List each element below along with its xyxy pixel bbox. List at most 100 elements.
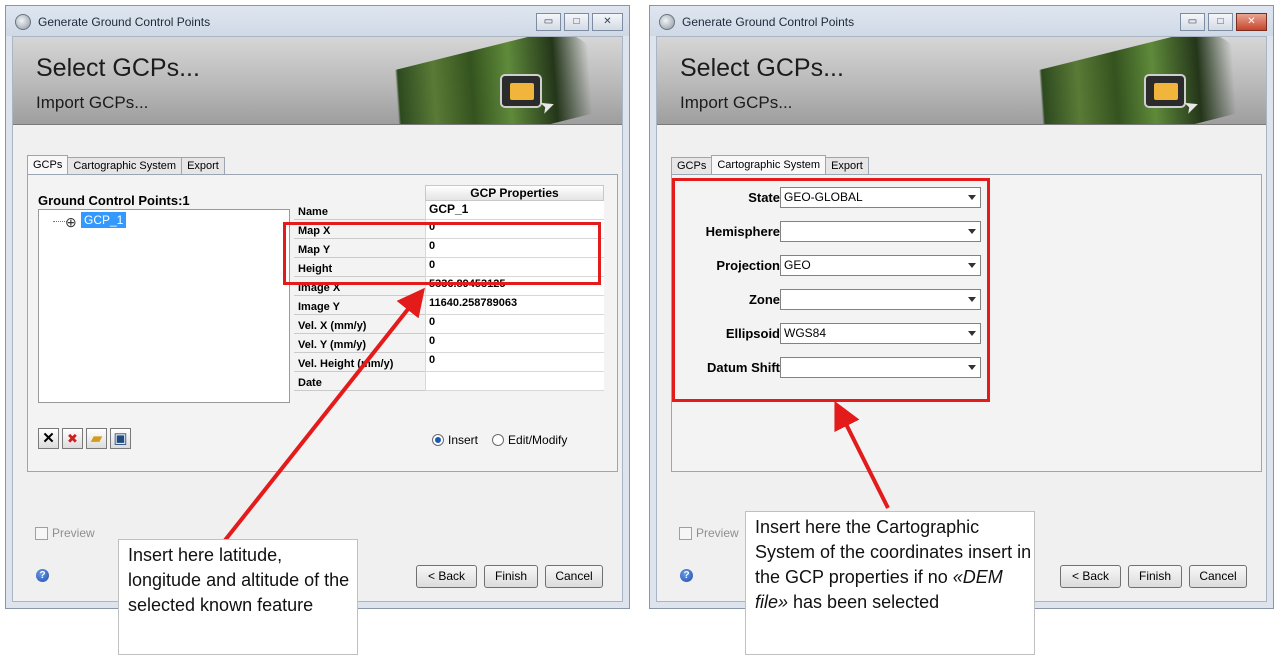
wizard-buttons: < Back Finish Cancel bbox=[416, 565, 603, 588]
gcp-tree-title: Ground Control Points:1 bbox=[38, 193, 190, 208]
prop-value[interactable]: 0 bbox=[425, 220, 604, 239]
back-button[interactable]: < Back bbox=[1060, 565, 1121, 588]
radio-insert[interactable]: Insert bbox=[432, 433, 478, 447]
prop-value[interactable]: 0 bbox=[425, 315, 604, 334]
projection-select[interactable]: GEO bbox=[780, 255, 981, 276]
prop-name: Image X bbox=[294, 277, 425, 296]
dropdown-arrow-icon bbox=[968, 331, 976, 336]
prop-value[interactable]: GCP_1 bbox=[425, 201, 604, 220]
tree-item-gcp[interactable]: GCP_1 bbox=[81, 212, 127, 228]
wizard-buttons: < Back Finish Cancel bbox=[1060, 565, 1247, 588]
prop-row: Image X 5336.89453125 bbox=[294, 277, 604, 296]
cartographic-panel: State GEO-GLOBAL Hemisphere Projection G… bbox=[671, 174, 1262, 472]
checkbox-icon bbox=[35, 526, 48, 540]
cancel-button[interactable]: Cancel bbox=[1189, 565, 1247, 588]
dropdown-arrow-icon bbox=[968, 297, 976, 302]
prop-name: Image Y bbox=[294, 296, 425, 315]
datum-shift-label: Datum Shift bbox=[707, 360, 780, 375]
gcp-tree[interactable]: ⊕ GCP_1 bbox=[38, 209, 290, 403]
preview-checkbox[interactable]: Preview bbox=[679, 526, 739, 540]
app-icon bbox=[15, 14, 31, 30]
maximize-icon[interactable]: □ bbox=[1208, 13, 1233, 31]
prop-name: Vel. Height (mm/y) bbox=[294, 353, 425, 372]
ellipsoid-field: Ellipsoid WGS84 bbox=[672, 323, 982, 345]
preview-label: Preview bbox=[696, 526, 739, 540]
window-title: Generate Ground Control Points bbox=[38, 15, 211, 29]
radio-selected-icon bbox=[432, 434, 444, 446]
zone-select[interactable] bbox=[780, 289, 981, 310]
prop-value[interactable]: 0 bbox=[425, 334, 604, 353]
prop-row: Map Y0 bbox=[294, 239, 604, 258]
prop-row: Vel. Y (mm/y) 0 bbox=[294, 334, 604, 353]
banner-subtitle: Import GCPs... bbox=[680, 93, 793, 112]
cancel-button[interactable]: Cancel bbox=[545, 565, 603, 588]
save-icon[interactable]: ▣ bbox=[110, 428, 131, 449]
gcp-toolbar: ✕ ✖ ▰ ▣ bbox=[38, 428, 131, 449]
help-icon[interactable]: ? bbox=[36, 569, 49, 582]
back-button[interactable]: < Back bbox=[416, 565, 477, 588]
tab-cartographic-system[interactable]: Cartographic System bbox=[711, 155, 827, 175]
prop-value[interactable] bbox=[425, 372, 604, 391]
help-icon[interactable]: ? bbox=[680, 569, 693, 582]
state-label: State bbox=[748, 190, 780, 205]
dropdown-arrow-icon bbox=[968, 229, 976, 234]
maximize-icon[interactable]: □ bbox=[564, 13, 589, 31]
close-icon[interactable]: ✕ bbox=[1236, 13, 1267, 31]
minimize-icon[interactable]: ▭ bbox=[536, 13, 561, 31]
tab-gcps[interactable]: GCPs bbox=[27, 155, 69, 175]
prop-name: Height bbox=[294, 258, 425, 277]
delete-all-icon[interactable]: ✖ bbox=[62, 428, 83, 449]
preview-checkbox[interactable]: Preview bbox=[35, 526, 95, 540]
target-icon: ⊕ bbox=[65, 214, 77, 230]
prop-row: Vel. Height (mm/y) 0 bbox=[294, 353, 604, 372]
hemisphere-select[interactable] bbox=[780, 221, 981, 242]
ellipsoid-value: WGS84 bbox=[784, 326, 827, 340]
projection-label: Projection bbox=[716, 258, 780, 273]
prop-value[interactable]: 0 bbox=[425, 239, 604, 258]
dropdown-arrow-icon bbox=[968, 195, 976, 200]
datum-shift-select[interactable] bbox=[780, 357, 981, 378]
state-value: GEO-GLOBAL bbox=[784, 190, 863, 204]
dropdown-arrow-icon bbox=[968, 263, 976, 268]
delete-icon[interactable]: ✕ bbox=[38, 428, 59, 449]
mode-radio-group: Insert Edit/Modify bbox=[432, 433, 567, 447]
datum-shift-field: Datum Shift bbox=[672, 357, 982, 379]
callout-left-text: Insert here latitude, longitude and alti… bbox=[128, 545, 350, 615]
prop-name: Name bbox=[294, 201, 425, 220]
preview-label: Preview bbox=[52, 526, 95, 540]
gcp-properties-table: GCP Properties Name GCP_1 Map X0 Map Y0 H… bbox=[294, 185, 604, 391]
state-select[interactable]: GEO-GLOBAL bbox=[780, 187, 981, 208]
prop-name: Date bbox=[294, 372, 425, 391]
prop-row: Height 0 bbox=[294, 258, 604, 277]
prop-name: Vel. X (mm/y) bbox=[294, 315, 425, 334]
prop-value[interactable]: 0 bbox=[425, 353, 604, 372]
window-controls: ▭ □ ✕ bbox=[1180, 13, 1267, 31]
tab-export[interactable]: Export bbox=[825, 157, 869, 175]
tab-gcps[interactable]: GCPs bbox=[671, 157, 713, 175]
prop-name: Map X bbox=[294, 220, 425, 239]
window-title: Generate Ground Control Points bbox=[682, 15, 855, 29]
prop-row: Date bbox=[294, 372, 604, 391]
ellipsoid-select[interactable]: WGS84 bbox=[780, 323, 981, 344]
radio-edit-modify[interactable]: Edit/Modify bbox=[492, 433, 567, 447]
prop-value[interactable]: 11640.258789063 bbox=[425, 296, 604, 315]
prop-row: Image Y 11640.258789063 bbox=[294, 296, 604, 315]
finish-button[interactable]: Finish bbox=[1128, 565, 1182, 588]
tab-cartographic-system[interactable]: Cartographic System bbox=[67, 157, 183, 175]
minimize-icon[interactable]: ▭ bbox=[1180, 13, 1205, 31]
title-bar[interactable]: Generate Ground Control Points ▭ □ ✕ bbox=[650, 6, 1273, 36]
close-icon[interactable]: ✕ bbox=[592, 13, 623, 31]
window-controls: ▭ □ ✕ bbox=[536, 13, 623, 31]
tab-export[interactable]: Export bbox=[181, 157, 225, 175]
prop-value[interactable]: 0 bbox=[425, 258, 604, 277]
props-header-row: GCP Properties bbox=[294, 185, 604, 201]
prop-name: Vel. Y (mm/y) bbox=[294, 334, 425, 353]
zone-field: Zone bbox=[672, 289, 982, 311]
open-folder-icon[interactable]: ▰ bbox=[86, 428, 107, 449]
wizard-banner: Select GCPs... Import GCPs... ➤ bbox=[657, 37, 1266, 125]
prop-value[interactable]: 5336.89453125 bbox=[425, 277, 604, 296]
app-icon bbox=[659, 14, 675, 30]
title-bar[interactable]: Generate Ground Control Points ▭ □ ✕ bbox=[6, 6, 629, 36]
finish-button[interactable]: Finish bbox=[484, 565, 538, 588]
ellipsoid-label: Ellipsoid bbox=[725, 326, 780, 341]
